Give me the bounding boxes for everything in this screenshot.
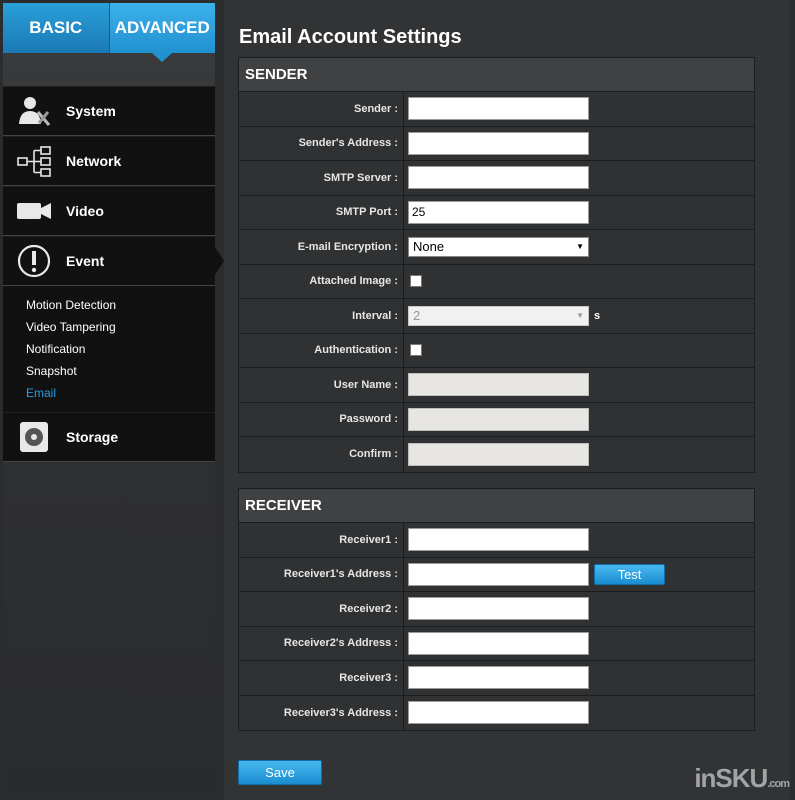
tab-basic[interactable]: BASIC [3,3,110,53]
form-row: SMTP Port : [239,195,754,230]
receiver3-input[interactable] [408,666,589,690]
receiver1-label: Receiver1 : [239,523,404,557]
receiver2-input[interactable] [408,597,589,621]
page-title: Email Account Settings [239,26,462,48]
chevron-down-icon: ▼ [576,242,584,252]
sidebar-item-network[interactable]: Network [3,136,215,186]
receiver3-address-input[interactable] [408,701,589,725]
encryption-select[interactable]: None ▼ [408,236,589,257]
sidebar-item-label: Storage [66,429,119,445]
smtp-port-label: SMTP Port : [239,195,404,229]
receiver-panel: RECEIVER Receiver1 : Receiver1's Address… [238,488,755,731]
form-row: Receiver3's Address : [239,695,754,730]
form-row: User Name : [239,368,754,403]
sender-address-input[interactable] [408,131,589,155]
form-row: Receiver3 : [239,661,754,696]
receiver1-address-label: Receiver1's Address : [239,557,404,591]
form-row: Authentication : [239,333,754,368]
form-row: Receiver2's Address : [239,626,754,661]
test-button[interactable]: Test [594,563,665,585]
receiver2-address-input[interactable] [408,631,589,655]
confirm-input[interactable] [408,442,589,466]
form-row: Confirm : [239,437,754,472]
main-content: Email Account Settings SENDER Sender : S… [224,0,790,800]
encryption-select-value: None [413,239,445,255]
sidebar-item-label: Event [66,253,105,269]
confirm-label: Confirm : [239,437,404,472]
event-icon [14,244,54,278]
sidebar-item-event[interactable]: Event [3,236,224,286]
sender-label: Sender : [239,92,404,126]
interval-label: Interval : [239,299,404,333]
event-submenu: Motion Detection Video Tampering Notific… [3,286,215,412]
smtp-server-label: SMTP Server : [239,161,404,195]
receiver2-address-label: Receiver2's Address : [239,626,404,660]
form-row: Attached Image : [239,264,754,299]
password-label: Password : [239,402,404,436]
watermark-main: inSKU [694,763,768,793]
network-icon [14,144,54,178]
form-row: Sender's Address : [239,126,754,161]
authentication-label: Authentication : [239,333,404,367]
sidebar-item-system[interactable]: System [3,86,215,136]
submenu-email[interactable]: Email [26,382,215,404]
sidebar: BASIC ADVANCED System Network Video Even… [3,3,224,793]
authentication-checkbox[interactable] [410,344,422,357]
sidebar-item-label: Network [66,153,122,169]
system-icon [14,94,54,128]
sidebar-item-label: Video [66,203,104,219]
smtp-server-input[interactable] [408,166,589,190]
sidebar-item-video[interactable]: Video [3,186,215,236]
user-name-label: User Name : [239,368,404,402]
tab-advanced[interactable]: ADVANCED [109,3,215,62]
receiver1-input[interactable] [408,528,589,552]
interval-select-value: 2 [413,308,421,324]
submenu-notification[interactable]: Notification [26,338,215,360]
submenu-video-tampering[interactable]: Video Tampering [26,316,215,338]
form-row: SMTP Server : [239,161,754,196]
video-icon [14,194,54,228]
attached-image-label: Attached Image : [239,264,404,298]
encryption-label: E-mail Encryption : [239,230,404,264]
submenu-snapshot[interactable]: Snapshot [26,360,215,382]
sender-input[interactable] [408,97,589,121]
password-input[interactable] [408,407,589,431]
form-row: Sender : [239,92,754,127]
chevron-down-icon: ▼ [576,311,584,321]
receiver3-address-label: Receiver3's Address : [239,695,404,730]
receiver3-label: Receiver3 : [239,661,404,695]
receiver1-address-input[interactable] [408,562,589,586]
sender-address-label: Sender's Address : [239,126,404,160]
sidebar-item-storage[interactable]: Storage [3,412,215,462]
form-row: Password : [239,402,754,437]
sidebar-menu: System Network Video Event Motion Detect… [3,86,224,462]
smtp-port-input[interactable] [408,200,589,224]
form-row: Receiver2 : [239,592,754,627]
form-row: E-mail Encryption : None ▼ [239,230,754,265]
storage-icon [14,420,54,454]
interval-unit: s [594,309,601,322]
watermark-suffix: .com [767,778,790,790]
mode-tabs: BASIC ADVANCED [3,3,215,62]
form-row: Interval : 2 ▼ s [239,299,754,334]
form-row: Receiver1's Address : Test [239,557,754,592]
receiver-header: RECEIVER [239,489,754,523]
submenu-motion-detection[interactable]: Motion Detection [26,294,215,316]
sender-header: SENDER [239,58,754,92]
interval-select[interactable]: 2 ▼ [408,305,589,326]
watermark: inSKU.com [694,763,790,794]
sender-panel: SENDER Sender : Sender's Address : SMTP … [238,57,755,473]
save-button[interactable]: Save [238,760,322,785]
form-row: Receiver1 : [239,523,754,558]
sidebar-item-label: System [66,103,116,119]
user-name-input[interactable] [408,373,589,397]
attached-image-checkbox[interactable] [410,275,422,288]
receiver2-label: Receiver2 : [239,592,404,626]
